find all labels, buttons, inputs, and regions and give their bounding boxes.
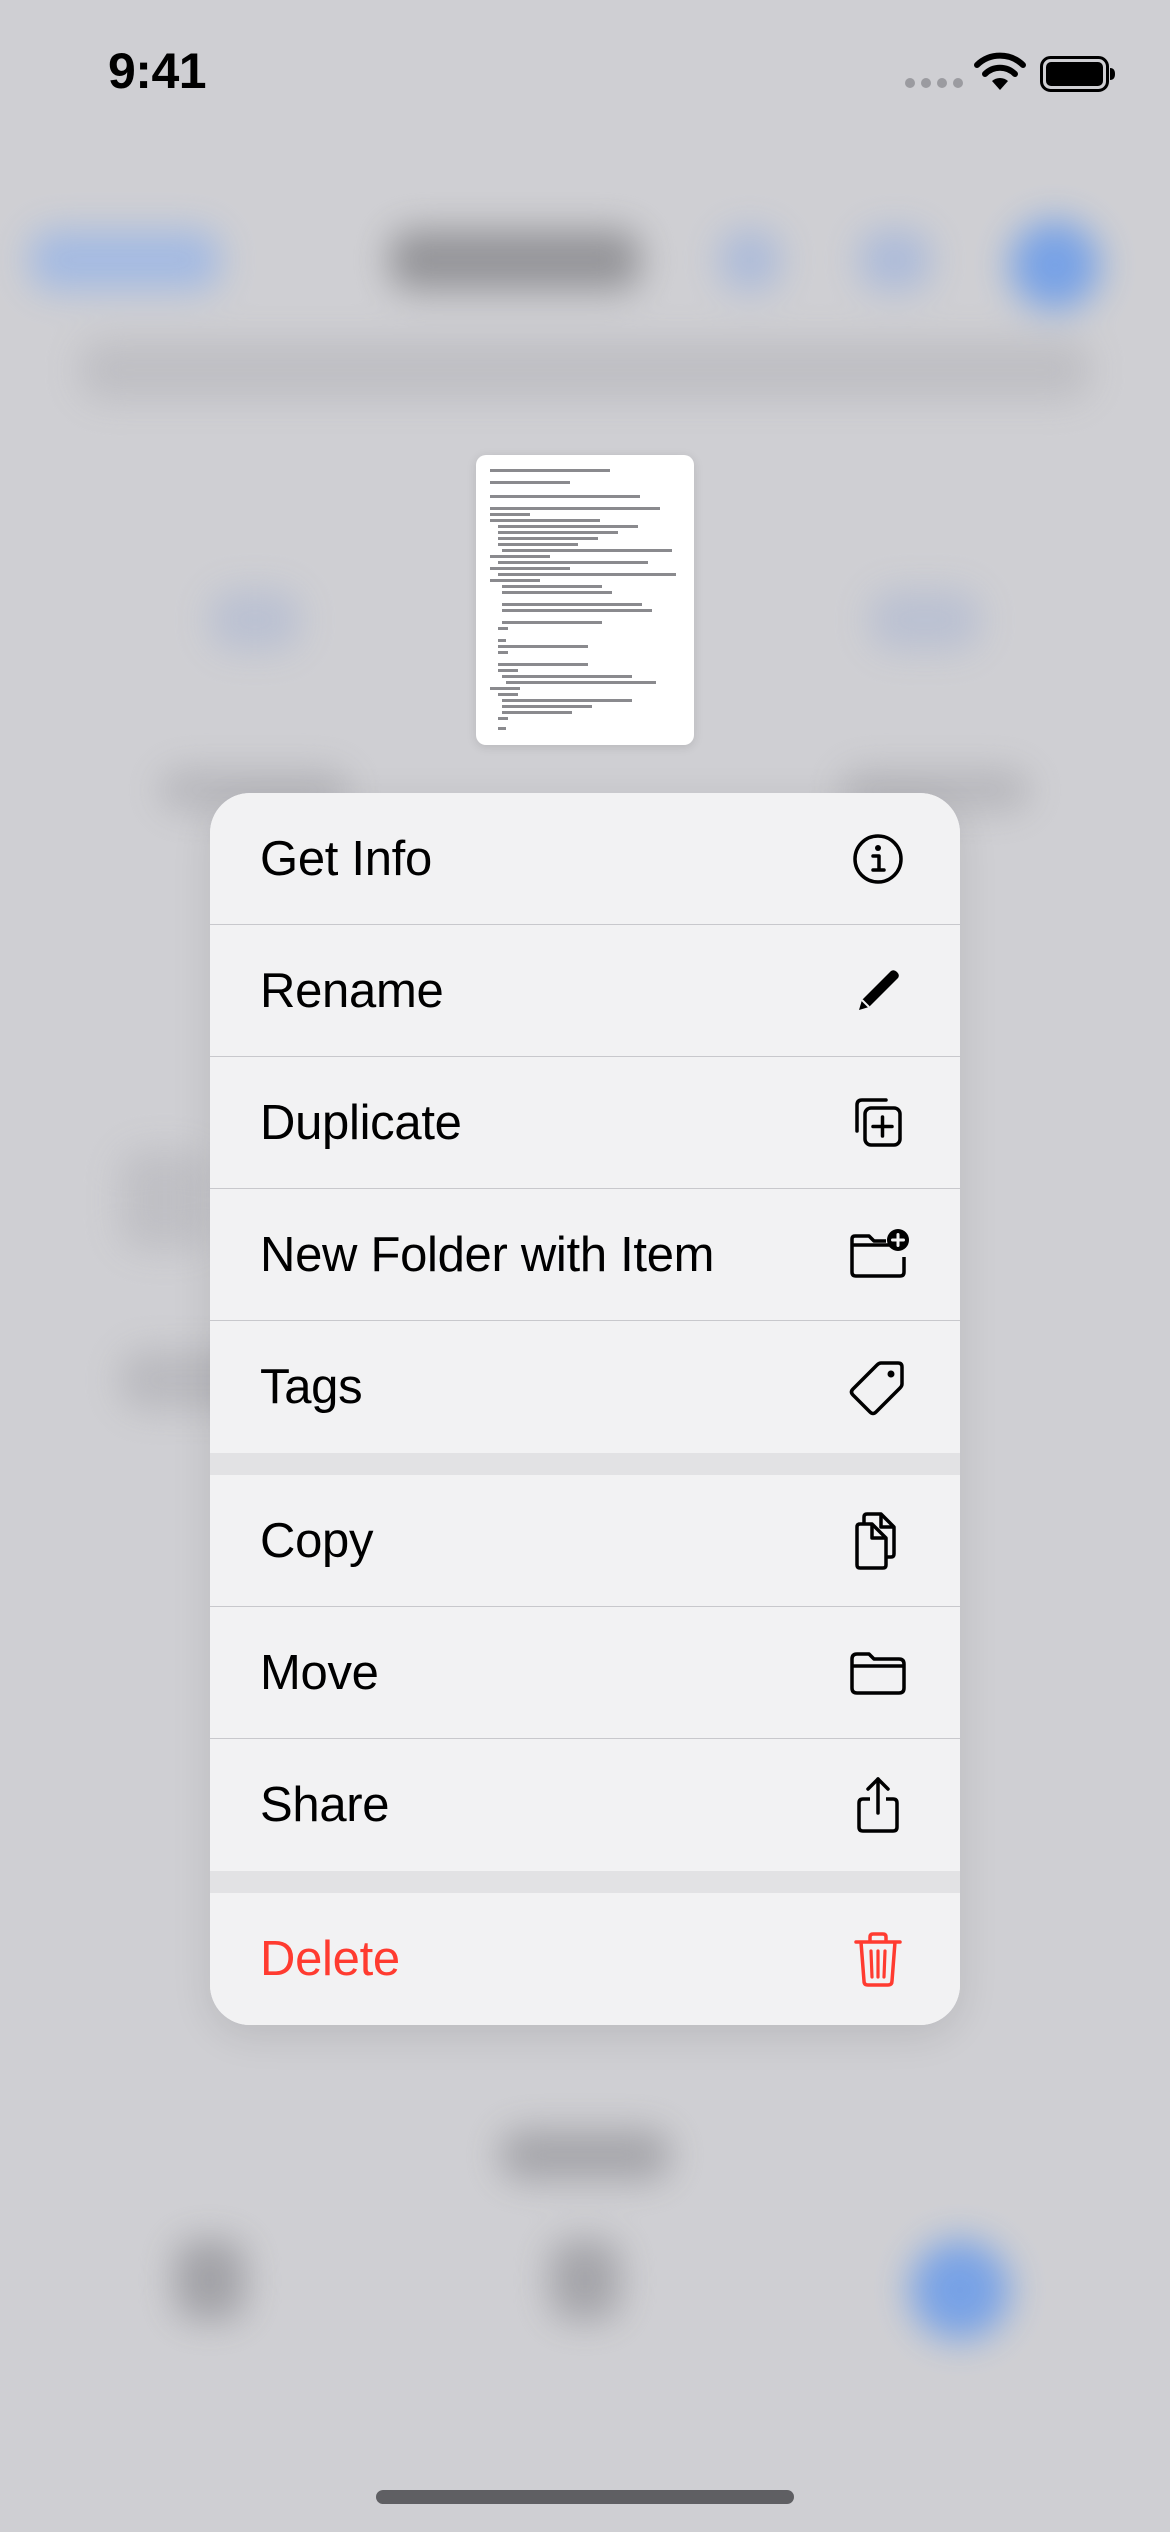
tags-menu-item[interactable]: Tags [210, 1321, 960, 1453]
copy-documents-icon [846, 1509, 910, 1573]
folder-plus-icon [846, 1223, 910, 1287]
home-indicator[interactable] [376, 2490, 794, 2504]
delete-menu-item[interactable]: Delete [210, 1893, 960, 2025]
info-circle-icon [846, 827, 910, 891]
menu-item-label: Get Info [260, 831, 432, 886]
document-preview [476, 455, 694, 745]
menu-section-separator [210, 1871, 960, 1893]
menu-item-label: Delete [260, 1932, 400, 1986]
tag-icon [846, 1355, 910, 1419]
folder-icon [846, 1641, 910, 1705]
menu-section-separator [210, 1453, 960, 1475]
document-text-lines [490, 469, 676, 730]
pencil-icon [846, 959, 910, 1023]
copy-menu-item[interactable]: Copy [210, 1475, 960, 1607]
menu-item-label: Rename [260, 963, 444, 1018]
menu-item-label: Move [260, 1645, 379, 1700]
menu-item-label: Duplicate [260, 1095, 462, 1150]
move-menu-item[interactable]: Move [210, 1607, 960, 1739]
rename-menu-item[interactable]: Rename [210, 925, 960, 1057]
share-menu-item[interactable]: Share [210, 1739, 960, 1871]
status-time: 9:41 [108, 43, 207, 99]
get-info-menu-item[interactable]: Get Info [210, 793, 960, 925]
trash-icon [846, 1927, 910, 1991]
menu-item-label: Tags [260, 1360, 363, 1414]
menu-item-label: New Folder with Item [260, 1227, 715, 1282]
menu-item-label: Share [260, 1778, 390, 1832]
new-folder-with-item-menu-item[interactable]: New Folder with Item [210, 1189, 960, 1321]
duplicate-menu-item[interactable]: Duplicate [210, 1057, 960, 1189]
menu-item-label: Copy [260, 1513, 374, 1568]
context-menu: Get Info Rename Duplicate New Folder wit… [210, 793, 960, 2025]
wifi-icon [974, 52, 1026, 90]
cellular-signal-icon [905, 78, 963, 88]
duplicate-icon [846, 1091, 910, 1155]
battery-icon [1040, 56, 1115, 92]
share-icon [846, 1773, 910, 1837]
status-bar: 9:41 [0, 0, 1170, 150]
